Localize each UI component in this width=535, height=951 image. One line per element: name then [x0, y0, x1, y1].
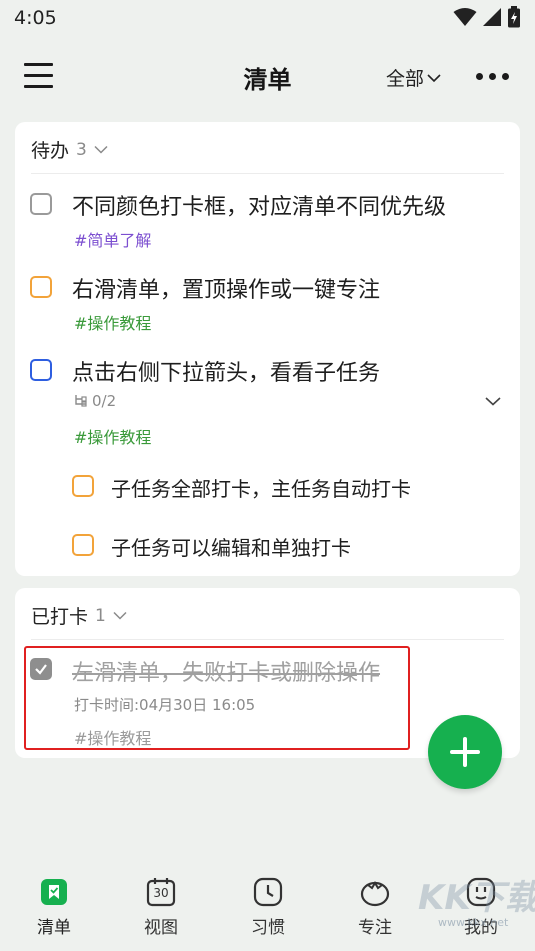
section-divider — [31, 173, 504, 174]
battery-icon — [508, 6, 520, 28]
todo-section-card: 待办 3 不同颜色打卡框，对应清单不同优先级 #简单了解 右滑清单，置顶操作或一… — [15, 122, 520, 576]
nav-item-focus[interactable]: 专注 — [335, 876, 415, 938]
wifi-icon — [453, 8, 477, 26]
nav-item-habits[interactable]: 习惯 — [228, 876, 308, 938]
clock-icon — [252, 876, 284, 908]
nav-item-checklist[interactable]: 清单 — [14, 876, 94, 938]
subtask-item[interactable]: 子任务全部打卡，主任务自动打卡 — [15, 467, 520, 507]
chevron-down-icon — [94, 145, 108, 154]
task-title: 点击右侧下拉箭头，看看子任务 — [72, 361, 381, 386]
task-checkbox[interactable] — [30, 359, 52, 381]
done-section-count: 1 — [95, 605, 106, 626]
task-item[interactable]: 点击右侧下拉箭头，看看子任务 0/2 #操作教程 — [15, 346, 520, 448]
status-time: 4:05 — [14, 7, 57, 29]
add-task-button[interactable] — [428, 715, 502, 789]
subtask-title: 子任务可以编辑和单独打卡 — [111, 536, 351, 560]
subtask-title: 子任务全部打卡，主任务自动打卡 — [111, 477, 411, 501]
app-bar: 清单 全部 — [0, 48, 535, 106]
subtask-progress: 0/2 — [74, 392, 116, 410]
signal-icon — [483, 8, 501, 26]
task-item[interactable]: 右滑清单，置顶操作或一键专注 #操作教程 — [15, 263, 520, 339]
filter-dropdown[interactable]: 全部 — [386, 64, 441, 91]
chevron-down-icon — [427, 73, 441, 82]
nav-label: 清单 — [37, 918, 71, 938]
task-item[interactable]: 不同颜色打卡框，对应清单不同优先级 #简单了解 — [15, 180, 520, 256]
nav-label: 视图 — [144, 918, 178, 938]
highlight-box — [24, 646, 410, 750]
subtask-item[interactable]: 子任务可以编辑和单独打卡 — [15, 526, 520, 566]
chevron-down-icon — [113, 611, 127, 620]
subtask-checkbox[interactable] — [72, 534, 94, 556]
task-checkbox[interactable] — [30, 193, 52, 215]
nav-label: 习惯 — [251, 918, 285, 938]
subtask-checkbox[interactable] — [72, 475, 94, 497]
task-tag[interactable]: #操作教程 — [74, 310, 151, 334]
status-bar: 4:05 — [0, 0, 535, 38]
tomato-icon — [359, 876, 391, 908]
watermark-logo: KK下载 — [418, 878, 535, 918]
task-tag[interactable]: #操作教程 — [74, 424, 151, 448]
status-icons — [453, 6, 521, 28]
subtask-progress-text: 0/2 — [92, 392, 117, 410]
done-section-title: 已打卡 — [31, 606, 89, 628]
subtask-tree-icon — [75, 395, 87, 407]
filter-label: 全部 — [386, 68, 425, 90]
done-section-header[interactable]: 已打卡 1 — [31, 602, 127, 629]
nav-label: 专注 — [358, 918, 392, 938]
task-title: 右滑清单，置顶操作或一键专注 — [72, 278, 381, 303]
nav-item-view[interactable]: 30 视图 — [121, 876, 201, 938]
page-title: 清单 — [243, 66, 292, 94]
todo-section-header[interactable]: 待办 3 — [31, 136, 108, 163]
task-checkbox[interactable] — [30, 276, 52, 298]
task-title: 不同颜色打卡框，对应清单不同优先级 — [72, 195, 447, 220]
checklist-icon — [38, 876, 70, 908]
task-tag[interactable]: #简单了解 — [74, 227, 151, 251]
watermark-url: www.kkx.net — [438, 916, 509, 929]
todo-section-count: 3 — [76, 139, 87, 160]
calendar-icon: 30 — [145, 876, 177, 908]
expand-subtasks-chevron-icon[interactable] — [485, 396, 501, 406]
section-divider — [31, 639, 504, 640]
todo-section-title: 待办 — [31, 140, 70, 162]
more-options-icon[interactable] — [476, 73, 509, 80]
calendar-day: 30 — [153, 886, 169, 900]
